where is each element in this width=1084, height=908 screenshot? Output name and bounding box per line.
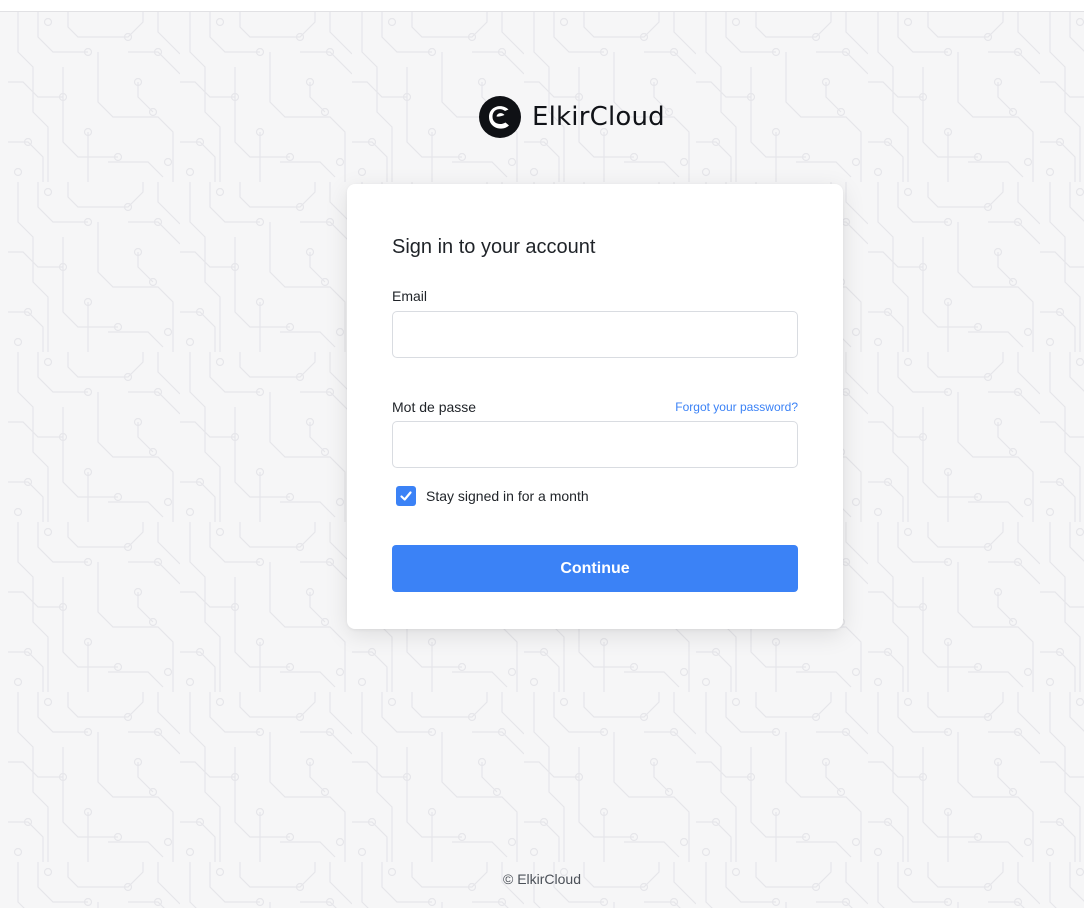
forgot-password-link[interactable]: Forgot your password? <box>675 400 798 414</box>
page-title: Sign in to your account <box>392 236 596 258</box>
elkircloud-logo-icon <box>479 96 521 138</box>
checkmark-icon <box>400 491 412 501</box>
email-field[interactable] <box>392 311 798 358</box>
email-label: Email <box>392 288 428 304</box>
brand-name: ElkirCloud <box>532 102 665 132</box>
remember-me-row[interactable]: Stay signed in for a month <box>396 486 589 506</box>
footer-copyright: © ElkirCloud <box>502 871 581 887</box>
brand-header: ElkirCloud <box>478 95 665 139</box>
remember-me-checkbox[interactable] <box>396 486 416 506</box>
continue-button[interactable]: Continue <box>392 545 798 592</box>
password-label: Mot de passe <box>392 399 477 415</box>
remember-me-label: Stay signed in for a month <box>426 488 589 504</box>
top-rule <box>0 0 1084 12</box>
password-field[interactable] <box>392 421 798 468</box>
login-card: Sign in to your account Email Mot de pas… <box>347 184 843 629</box>
